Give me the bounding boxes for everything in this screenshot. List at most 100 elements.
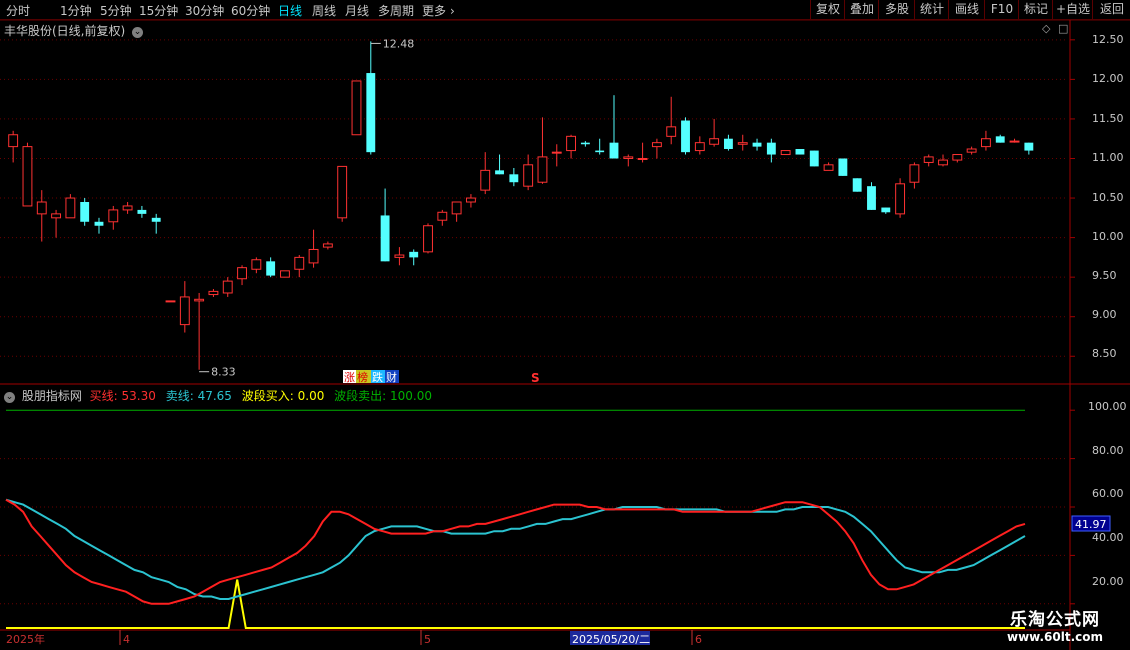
chevron-down-icon[interactable]: ⌄: [132, 27, 144, 38]
candle-body-down: [409, 251, 419, 258]
candle-body-down: [366, 73, 376, 153]
main-chart-header: 丰华股份(日线,前复权) ⌄: [4, 22, 144, 39]
chevron-down-icon[interactable]: ⌄: [4, 392, 15, 403]
candle-body-down: [94, 221, 104, 226]
x-axis-label: 4: [123, 633, 130, 646]
main-y-tick: 10.00: [1092, 230, 1124, 243]
stock-title: 丰华股份(日线,前复权): [4, 24, 126, 38]
candle-body-up: [737, 142, 748, 145]
x-axis-label: 6: [695, 633, 702, 646]
candle-body-up: [394, 254, 405, 258]
watermark-url: www.60lt.com: [1006, 630, 1104, 644]
main-y-tick: 12.50: [1092, 33, 1124, 46]
candle-body-up: [65, 197, 76, 219]
indicator-y-tick: 100.00: [1088, 400, 1127, 413]
candle-body-down: [723, 138, 733, 149]
signal-s-marker[interactable]: S: [531, 371, 540, 385]
candle-body-down: [681, 120, 690, 153]
candle-body-up: [709, 138, 720, 145]
candle-body-up: [666, 126, 677, 137]
candle-body-down: [580, 142, 590, 145]
candle-body-down: [995, 136, 1005, 143]
indicator-y-tick: 80.00: [1092, 444, 1124, 457]
candle-body-down: [766, 142, 776, 155]
indicator-name[interactable]: 股朋指标网: [22, 389, 82, 403]
high-price-label: 12.48: [383, 37, 415, 50]
die-badge[interactable]: 跌: [372, 370, 383, 384]
candle-body-down: [266, 261, 276, 276]
indicator-y-tick: 20.00: [1092, 575, 1124, 588]
chart-canvas[interactable]: 12.48 8.33 涨 榜 跌 财 S 41.97 12.50 12.00 1…: [0, 0, 1130, 650]
candle-body-down: [852, 178, 862, 192]
candle-body-up: [222, 280, 233, 294]
watermark: 乐淘公式网 www.60lt.com: [985, 605, 1125, 645]
candle-body-down: [509, 174, 519, 183]
watermark-title: 乐淘公式网: [1010, 610, 1100, 630]
candle-body-up: [194, 298, 205, 302]
candle-body-up: [966, 148, 977, 153]
candle-body-up: [122, 205, 133, 211]
candle-body-down: [380, 215, 390, 262]
candle-body-up: [551, 151, 562, 154]
candle-body-up: [480, 169, 491, 191]
candle-body-up: [694, 142, 705, 152]
current-value-label: 41.97: [1075, 518, 1107, 531]
candle-body-up: [895, 183, 906, 215]
wave-buy-value: 波段买入: 0.00: [241, 389, 325, 403]
candle-body-up: [280, 270, 290, 278]
indicator-grid: [0, 409, 1075, 605]
main-grid: [0, 39, 1075, 357]
candle-body-up: [351, 80, 362, 136]
candle-body-up: [909, 164, 920, 183]
diamond-icon[interactable]: ◇: [1042, 22, 1050, 35]
candle-body-up: [108, 209, 119, 223]
zhang-badge[interactable]: 涨: [344, 371, 355, 384]
candle-body-down: [838, 158, 848, 176]
candle-body-up: [952, 154, 963, 161]
candle-body-up: [537, 156, 548, 183]
candle-body-up: [823, 164, 834, 171]
candle-body-up: [637, 157, 648, 160]
candle-body-up: [337, 165, 348, 219]
sell-line-value: 卖线: 47.65: [165, 389, 232, 403]
main-y-tick: 12.00: [1092, 72, 1124, 85]
cai-badge[interactable]: 财: [386, 370, 397, 384]
candlestick-series: [8, 41, 1034, 370]
candle-body-down: [609, 142, 619, 159]
x-axis-label: 5: [424, 633, 431, 646]
candle-body-up: [938, 159, 948, 166]
candle-body-up: [566, 135, 577, 152]
candle-body-up: [8, 134, 19, 148]
main-y-tick: 11.00: [1092, 151, 1124, 164]
main-y-tick: 9.50: [1092, 269, 1117, 282]
candle-body-up: [251, 259, 262, 270]
candle-body-down: [867, 186, 876, 210]
main-y-tick: 9.00: [1092, 308, 1117, 321]
buy-line: [5, 498, 1026, 605]
candle-body-up: [451, 201, 462, 215]
candle-body-up: [1009, 140, 1020, 143]
candle-body-up: [623, 156, 634, 159]
candle-body-up: [437, 211, 448, 221]
candle-body-up: [651, 142, 662, 148]
candle-body-up: [322, 243, 333, 248]
candle-body-up: [294, 256, 305, 270]
main-y-tick: 11.50: [1092, 112, 1124, 125]
candle-body-up: [51, 213, 62, 219]
bang-badge[interactable]: 榜: [357, 370, 368, 384]
candle-body-down: [809, 150, 819, 167]
x-axis-label: 2025年: [6, 632, 45, 646]
indicator-header: ⌄ 股朋指标网 买线: 53.30 卖线: 47.65 波段买入: 0.00 波…: [4, 387, 432, 404]
low-price-label: 8.33: [211, 366, 236, 379]
candle-body-up: [179, 296, 190, 326]
candle-body-down: [1024, 142, 1034, 151]
candle-body-up: [423, 225, 433, 253]
candle-body-up: [923, 156, 934, 163]
candle-body-down: [151, 217, 161, 222]
candle-body-down: [137, 209, 147, 214]
indicator-y-tick: 40.00: [1092, 531, 1124, 544]
candle-body-up: [165, 300, 176, 303]
candle-body-up: [465, 197, 476, 203]
window-icon[interactable]: □: [1058, 22, 1068, 35]
indicator-y-tick: 60.00: [1092, 487, 1124, 500]
